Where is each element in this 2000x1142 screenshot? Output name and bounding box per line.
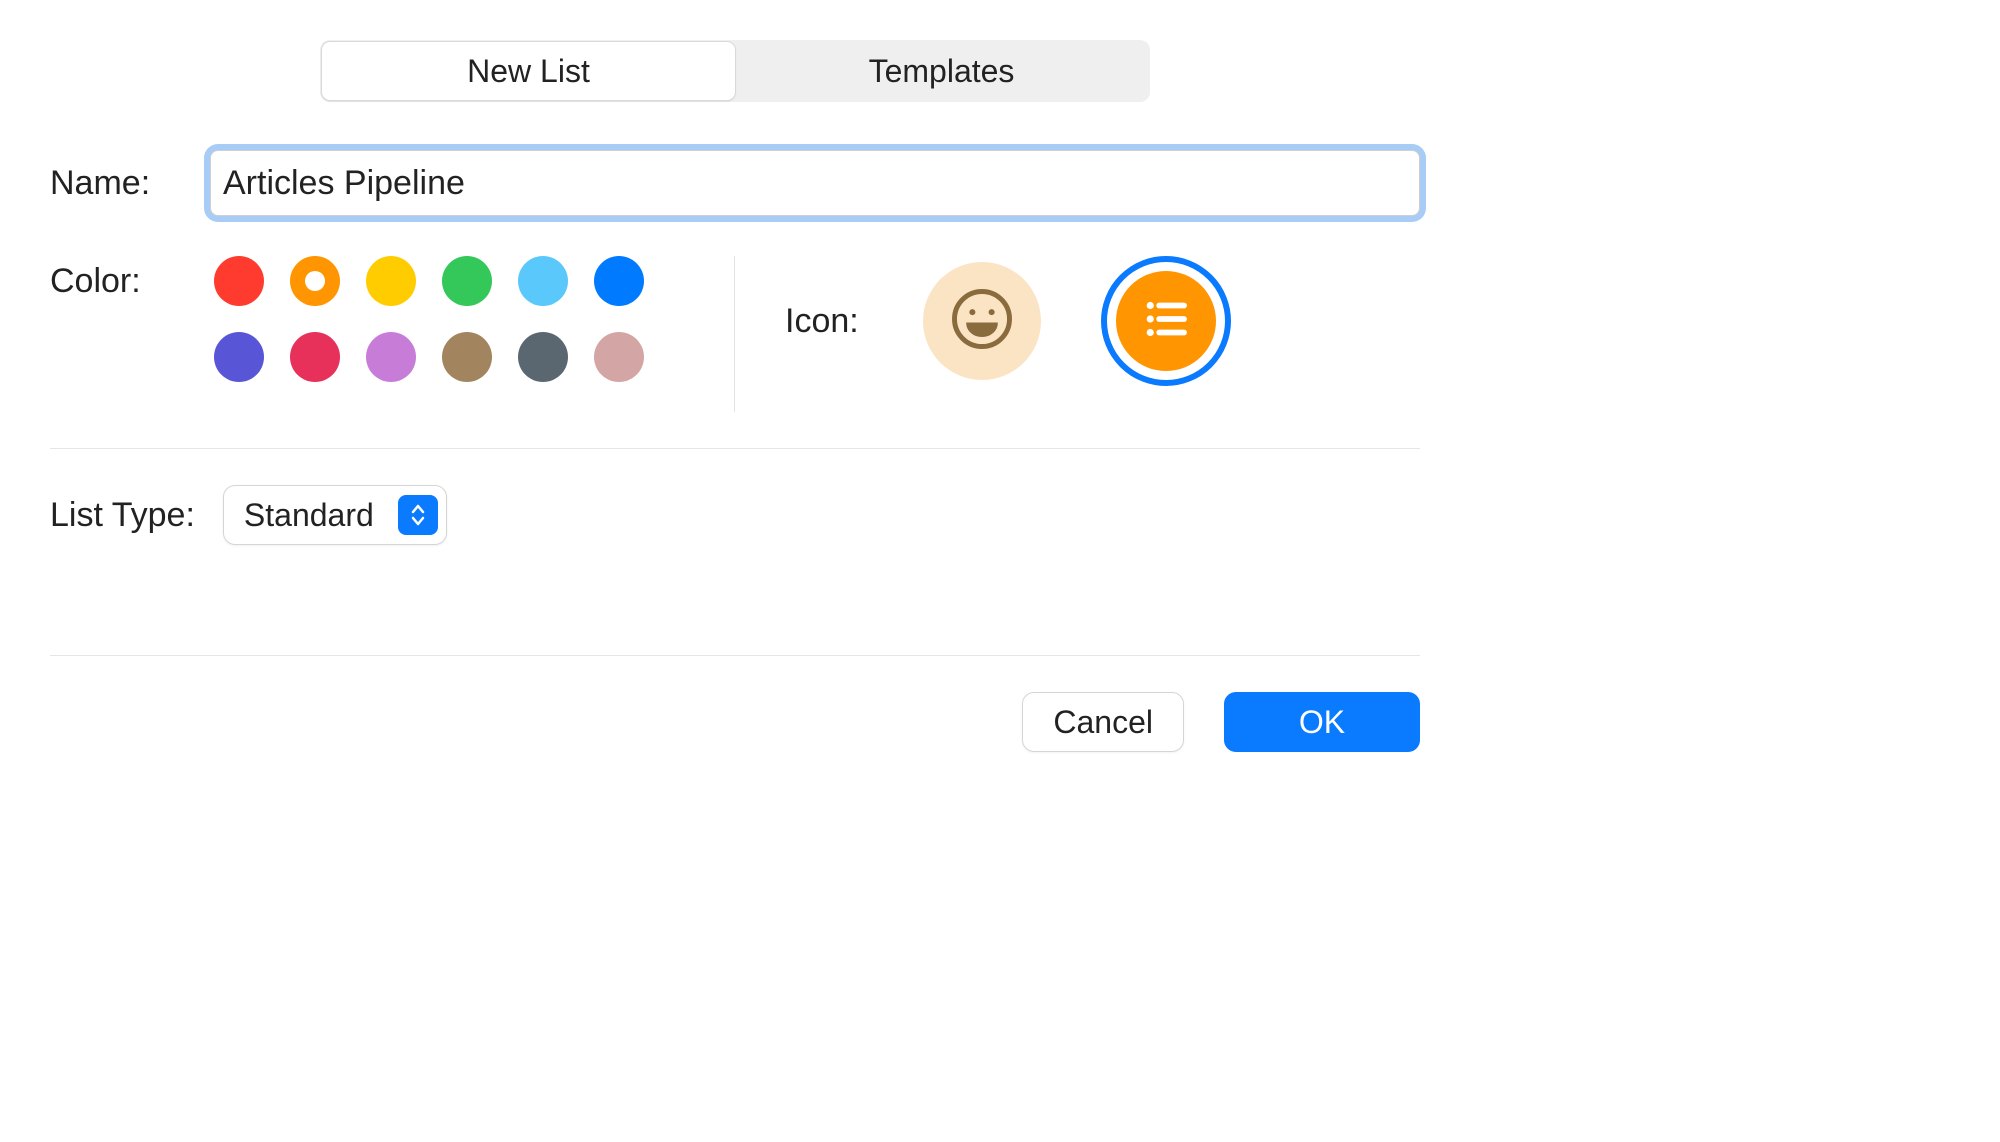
color-swatch[interactable] <box>518 332 568 382</box>
emoji-smile-icon <box>949 286 1015 357</box>
divider-1 <box>50 448 1420 449</box>
color-section: Color: <box>50 256 644 382</box>
emoji-picker-button[interactable] <box>923 262 1041 380</box>
color-swatch[interactable] <box>594 332 644 382</box>
color-swatch[interactable] <box>594 256 644 306</box>
list-type-value: Standard <box>244 497 374 534</box>
color-label: Color: <box>50 256 190 301</box>
cancel-button[interactable]: Cancel <box>1022 692 1184 752</box>
color-swatch[interactable] <box>442 256 492 306</box>
divider-2 <box>50 655 1420 656</box>
color-swatch[interactable] <box>214 256 264 306</box>
color-swatch[interactable] <box>214 332 264 382</box>
name-input[interactable] <box>210 150 1420 216</box>
list-type-select[interactable]: Standard <box>223 485 447 545</box>
name-label: Name: <box>50 164 190 203</box>
color-icon-row: Color: Icon: <box>50 256 1420 412</box>
list-bullet-icon <box>1139 292 1193 351</box>
color-swatch[interactable] <box>366 332 416 382</box>
vertical-separator <box>734 256 735 412</box>
chevron-up-down-icon <box>398 495 438 535</box>
color-swatch[interactable] <box>518 256 568 306</box>
dialog-footer: Cancel OK <box>50 692 1420 752</box>
tab-new-list-label: New List <box>467 53 590 90</box>
color-swatch[interactable] <box>290 332 340 382</box>
color-swatch[interactable] <box>366 256 416 306</box>
tab-templates-label: Templates <box>869 53 1015 90</box>
ok-button-label: OK <box>1299 704 1345 741</box>
list-type-row: List Type: Standard <box>50 485 1420 545</box>
tab-templates[interactable]: Templates <box>735 42 1148 100</box>
icon-label: Icon: <box>785 302 859 341</box>
list-icon-button[interactable] <box>1101 256 1231 386</box>
color-swatch[interactable] <box>442 332 492 382</box>
name-row: Name: <box>50 150 1420 216</box>
color-swatch[interactable] <box>290 256 340 306</box>
cancel-button-label: Cancel <box>1053 704 1153 741</box>
tab-new-list[interactable]: New List <box>322 42 735 100</box>
list-type-label: List Type: <box>50 496 195 535</box>
top-segmented-control: New List Templates <box>320 40 1150 102</box>
ok-button[interactable]: OK <box>1224 692 1420 752</box>
list-icon-inner <box>1116 271 1216 371</box>
color-swatch-grid <box>214 256 644 382</box>
icon-section: Icon: <box>785 256 1231 386</box>
